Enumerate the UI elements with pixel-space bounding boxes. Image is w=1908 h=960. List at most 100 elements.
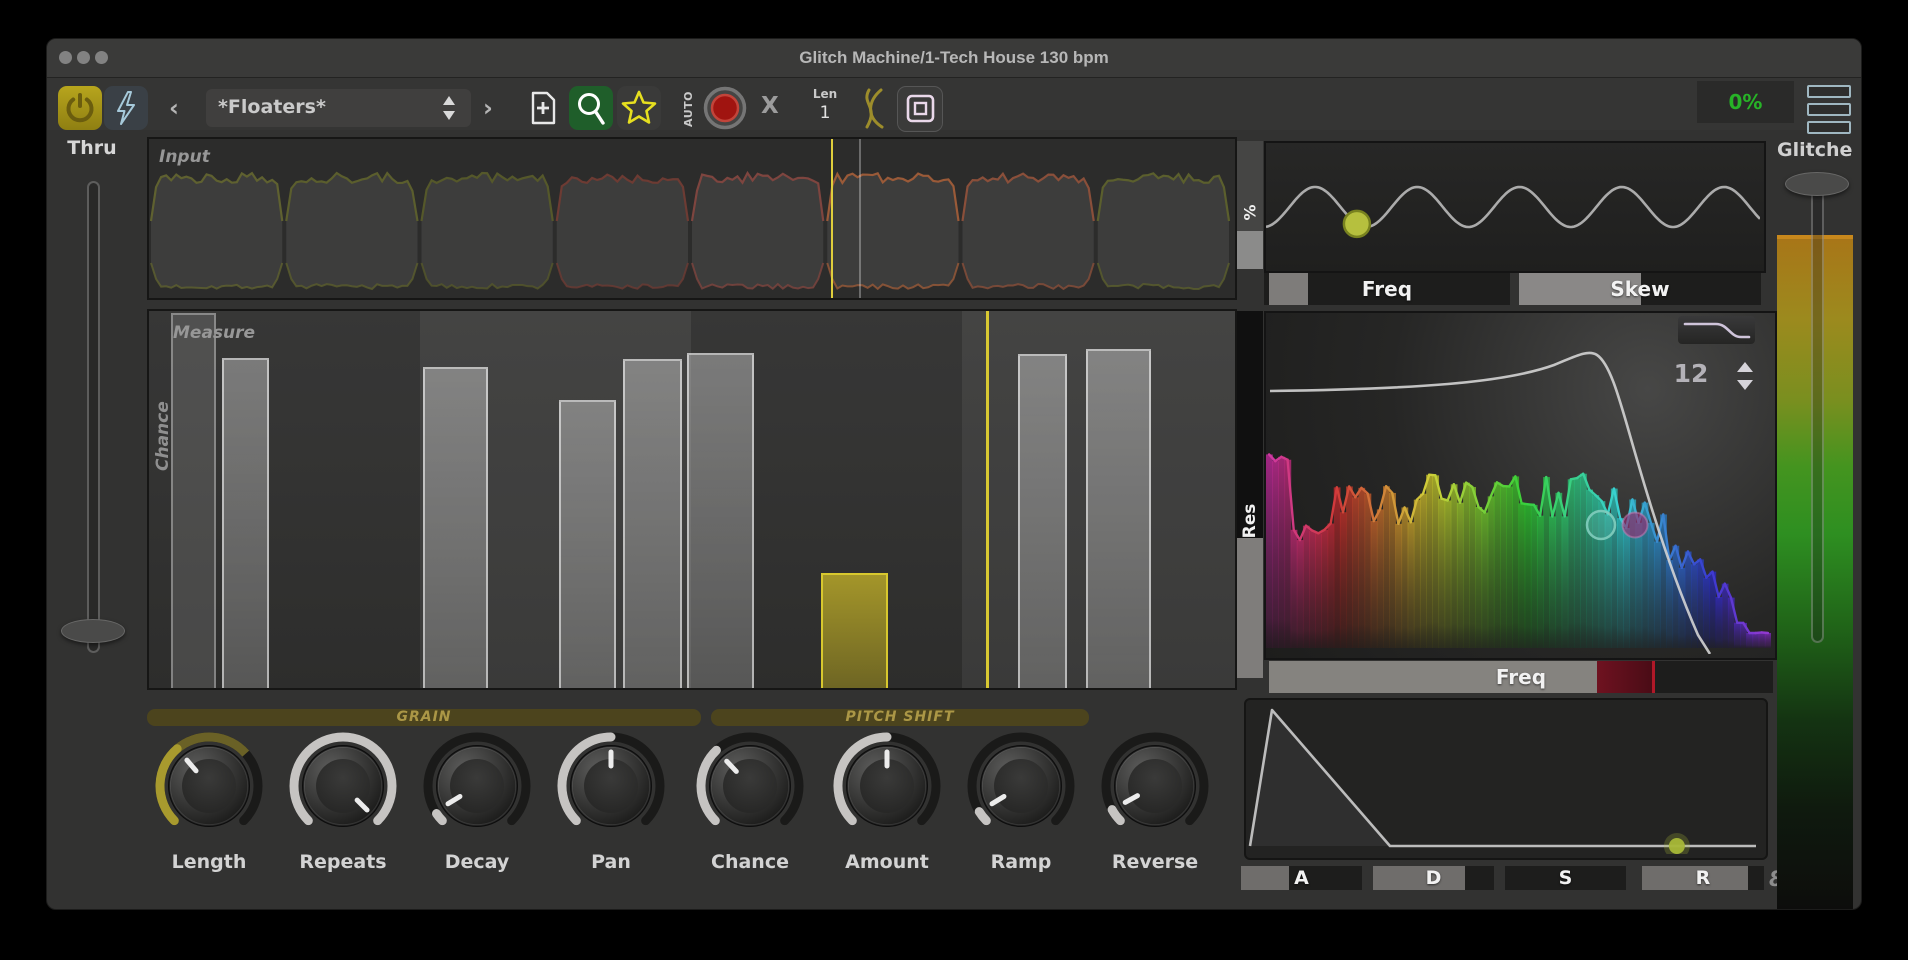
lfo-display[interactable] bbox=[1264, 141, 1766, 273]
record-icon bbox=[701, 84, 749, 132]
file-add-icon bbox=[521, 86, 565, 130]
adsr-slider-s[interactable]: S bbox=[1505, 866, 1626, 890]
preset-next-button[interactable]: › bbox=[483, 94, 493, 122]
plugin-window: Glitch Machine/1-Tech House 130 bpm ‹ *F… bbox=[46, 38, 1862, 910]
lowpass-curve-icon bbox=[1678, 316, 1755, 344]
input-waveform bbox=[149, 139, 1235, 298]
knob-label: Length bbox=[139, 851, 279, 873]
preset-stepper-icon[interactable] bbox=[441, 95, 457, 121]
menu-button[interactable] bbox=[1807, 85, 1851, 139]
lfo-freq-label: Freq bbox=[1264, 273, 1510, 305]
knob-chance[interactable]: Chance bbox=[690, 726, 810, 850]
frame-button[interactable] bbox=[897, 86, 943, 132]
adsr-envelope bbox=[1246, 700, 1762, 854]
knob-reverse[interactable]: Reverse bbox=[1095, 726, 1215, 850]
knob-label: Amount bbox=[817, 851, 957, 873]
thru-slider-track[interactable] bbox=[87, 181, 100, 653]
input-ghost-line bbox=[859, 139, 861, 298]
adsr-slider-r[interactable]: R bbox=[1642, 866, 1764, 890]
chance-bar[interactable] bbox=[171, 313, 216, 688]
preset-selector[interactable]: *Floaters* bbox=[206, 89, 471, 127]
len-value: 1 bbox=[803, 103, 847, 123]
chance-bar[interactable] bbox=[423, 367, 488, 688]
lfo-freq-slider[interactable]: Freq bbox=[1264, 273, 1510, 305]
chance-bar[interactable] bbox=[222, 358, 269, 688]
power-icon bbox=[58, 86, 102, 130]
filter-handle-a bbox=[1587, 511, 1615, 539]
bypass-lightning-button[interactable] bbox=[104, 86, 148, 130]
save-preset-button[interactable] bbox=[521, 86, 565, 130]
glitched-slider-track[interactable] bbox=[1811, 176, 1824, 643]
glitched-slider-handle[interactable] bbox=[1785, 172, 1849, 196]
chance-grid-panel[interactable]: Measure Chance bbox=[147, 309, 1237, 690]
glitched-label: Glitche bbox=[1777, 139, 1857, 161]
filter-res-label: Res bbox=[1240, 504, 1260, 539]
filter-slope-value[interactable]: 12 bbox=[1669, 359, 1713, 388]
grain-header: GRAIN bbox=[147, 709, 701, 726]
power-button[interactable] bbox=[58, 86, 102, 130]
input-waveform-panel[interactable]: Input bbox=[147, 137, 1237, 300]
title-bar[interactable]: Glitch Machine/1-Tech House 130 bpm bbox=[47, 39, 1861, 78]
knob-label: Reverse bbox=[1085, 851, 1225, 873]
chance-bar[interactable] bbox=[687, 353, 754, 688]
chance-bar[interactable] bbox=[559, 400, 616, 688]
preset-prev-button[interactable]: ‹ bbox=[169, 94, 179, 122]
filter-res-fill bbox=[1237, 538, 1263, 678]
thru-slider-handle[interactable] bbox=[61, 619, 125, 643]
lfo-percent-label: % bbox=[1241, 204, 1260, 220]
knob-label: Pan bbox=[541, 851, 681, 873]
knob-amount[interactable]: Amount bbox=[827, 726, 947, 850]
chance-axis-label: Chance bbox=[153, 401, 173, 471]
lightning-icon bbox=[104, 86, 148, 130]
len-label: Len bbox=[803, 87, 847, 101]
knob-label: Repeats bbox=[273, 851, 413, 873]
lfo-waveform bbox=[1266, 143, 1760, 267]
chance-bar[interactable] bbox=[1018, 354, 1067, 688]
input-playhead bbox=[831, 139, 833, 298]
star-icon bbox=[617, 86, 661, 130]
favorite-button[interactable] bbox=[617, 86, 661, 130]
filter-handle-b bbox=[1623, 513, 1648, 538]
scribble-button[interactable] bbox=[857, 86, 893, 130]
bounding-box-icon bbox=[898, 87, 942, 131]
knob-decay[interactable]: Decay bbox=[417, 726, 537, 850]
filter-res-strip[interactable]: Res bbox=[1237, 311, 1263, 656]
len-control[interactable]: Len 1 bbox=[803, 87, 847, 123]
mix-percent-display[interactable]: 0% bbox=[1697, 81, 1794, 123]
clear-button[interactable]: X bbox=[761, 93, 779, 119]
adsr-slider-label: D bbox=[1373, 866, 1494, 890]
knob-label: Decay bbox=[407, 851, 547, 873]
measure-playhead bbox=[986, 311, 989, 688]
chance-bar[interactable] bbox=[623, 359, 682, 688]
search-button[interactable] bbox=[569, 86, 613, 130]
knob-ramp[interactable]: Ramp bbox=[961, 726, 1081, 850]
chance-bar[interactable] bbox=[1086, 349, 1151, 688]
lfo-dot-handle bbox=[1344, 211, 1370, 237]
filter-slope-button[interactable] bbox=[1678, 316, 1755, 344]
pitch-shift-header: PITCH SHIFT bbox=[711, 709, 1089, 726]
lfo-skew-slider[interactable]: Skew bbox=[1519, 273, 1761, 305]
menu-icon bbox=[1807, 85, 1851, 98]
envelope-display[interactable] bbox=[1244, 698, 1768, 860]
filter-freq-label: Freq bbox=[1269, 661, 1773, 693]
adsr-slider-label: R bbox=[1642, 866, 1764, 890]
desktop: Glitch Machine/1-Tech House 130 bpm ‹ *F… bbox=[0, 0, 1908, 960]
knob-label: Chance bbox=[680, 851, 820, 873]
preset-name: *Floaters* bbox=[218, 96, 326, 118]
window-title: Glitch Machine/1-Tech House 130 bpm bbox=[47, 48, 1861, 68]
search-icon bbox=[569, 86, 613, 130]
filter-freq-slider[interactable]: Freq bbox=[1269, 661, 1773, 693]
adsr-slider-d[interactable]: D bbox=[1373, 866, 1494, 890]
slope-stepper-icon[interactable] bbox=[1735, 361, 1755, 391]
lfo-amount-strip[interactable]: % bbox=[1237, 141, 1263, 269]
record-button[interactable] bbox=[701, 84, 749, 132]
knob-length[interactable]: Length bbox=[149, 726, 269, 850]
chance-bar-active[interactable] bbox=[821, 573, 888, 688]
knob-pan[interactable]: Pan bbox=[551, 726, 671, 850]
knob-repeats[interactable]: Repeats bbox=[283, 726, 403, 850]
scribble-icon bbox=[857, 86, 893, 130]
knob-label: Ramp bbox=[951, 851, 1091, 873]
adsr-slider-label: S bbox=[1505, 866, 1626, 890]
adsr-slider-a[interactable]: A bbox=[1241, 866, 1362, 890]
lfo-amount-fill bbox=[1237, 231, 1263, 269]
